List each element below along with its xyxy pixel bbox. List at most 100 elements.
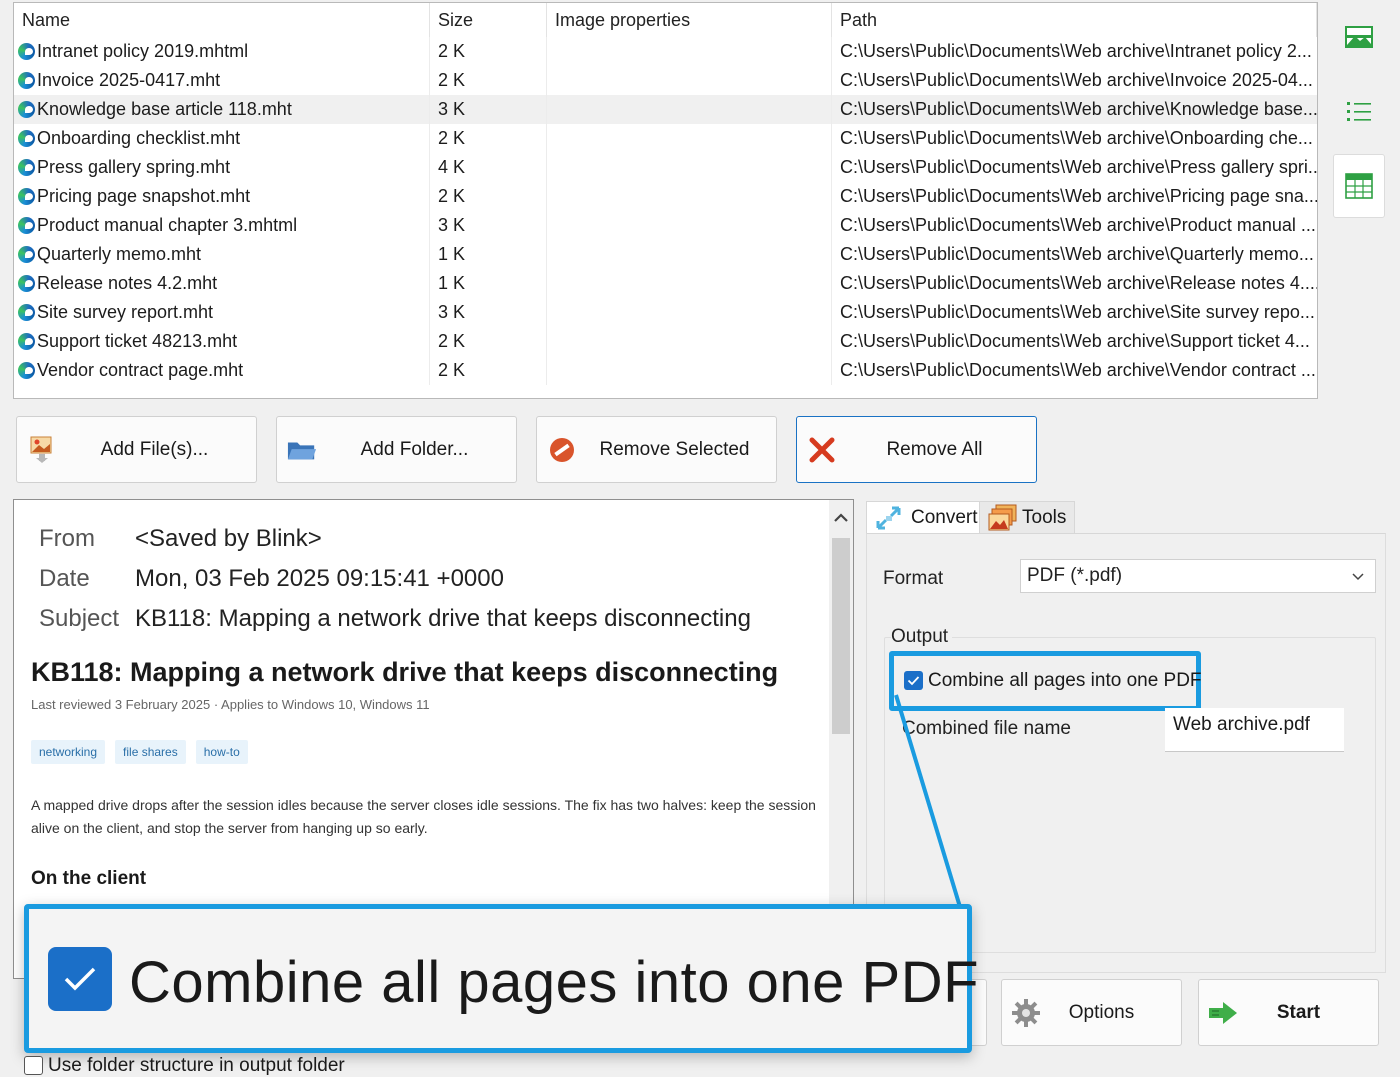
column-header-image-properties[interactable]: Image properties <box>547 3 832 37</box>
file-name: Release notes 4.2.mht <box>37 273 218 293</box>
edge-browser-icon <box>18 333 35 350</box>
file-name: Quarterly memo.mht <box>37 244 202 264</box>
options-button[interactable]: Options <box>1001 979 1182 1046</box>
file-name-cell: Release notes 4.2.mht <box>14 269 430 298</box>
format-select[interactable]: PDF (*.pdf) <box>1020 559 1376 593</box>
file-row[interactable]: Support ticket 48213.mht 2 K C:\Users\Publ… <box>14 327 1317 356</box>
file-path-cell: C:\Users\Public\Documents\Web archive\Kn… <box>840 99 1317 119</box>
file-row[interactable]: Pricing page snapshot.mht 2 K C:\Users\Pub… <box>14 182 1317 211</box>
file-row[interactable]: Site survey report.mht 3 K C:\Users\Public… <box>14 298 1317 327</box>
file-path-cell: C:\Users\Public\Documents\Web archive\Si… <box>840 302 1315 322</box>
start-arrow-icon <box>1207 997 1239 1029</box>
add-files-button[interactable]: Add File(s)... <box>16 416 257 483</box>
article-tags: networking file shares how-to <box>31 740 248 764</box>
file-name: Pricing page snapshot.mht <box>37 186 251 206</box>
file-size-cell: 3 K <box>430 211 547 240</box>
edge-browser-icon <box>18 159 35 176</box>
file-path-cell: C:\Users\Public\Documents\Web archive\Pr… <box>840 157 1317 177</box>
edge-browser-icon <box>18 304 35 321</box>
file-name-cell: Knowledge base article 118.mht <box>14 95 430 124</box>
subject-label: Subject <box>39 605 120 632</box>
add-folder-button[interactable]: Add Folder... <box>276 416 517 483</box>
file-path-cell: C:\Users\Public\Documents\Web archive\Ve… <box>840 360 1316 380</box>
tag[interactable]: how-to <box>195 740 248 764</box>
table-view-button[interactable] <box>1333 154 1385 218</box>
tag[interactable]: networking <box>31 740 106 764</box>
folder-structure-label[interactable]: Use folder structure in output folder <box>48 1055 345 1077</box>
list-view-icon <box>1347 102 1371 121</box>
file-path-cell: C:\Users\Public\Documents\Web archive\Pr… <box>840 186 1317 206</box>
list-view-button[interactable] <box>1333 79 1385 143</box>
file-name-cell: Press gallery spring.mht <box>14 153 430 182</box>
file-name-cell: Support ticket 48213.mht <box>14 327 430 356</box>
remove-all-button[interactable]: Remove All <box>796 416 1037 483</box>
file-path-cell: C:\Users\Public\Documents\Web archive\In… <box>840 41 1312 61</box>
file-row[interactable]: Quarterly memo.mht 1 K C:\Users\Public\Doc… <box>14 240 1317 269</box>
file-image-properties-cell <box>547 269 832 298</box>
edge-browser-icon <box>18 246 35 263</box>
file-image-properties-cell <box>547 95 832 124</box>
column-header-size[interactable]: Size <box>430 3 547 37</box>
scroll-up-arrow-icon[interactable] <box>833 510 849 526</box>
combine-checkbox-label[interactable]: Combine all pages into one PDF <box>928 670 1202 692</box>
column-header-name[interactable]: Name <box>14 3 430 37</box>
combined-file-name-input[interactable]: Web archive.pdf <box>1165 708 1344 752</box>
header-date: Date Mon, 03 Feb 2025 09:15:41 +0000 <box>39 565 504 593</box>
file-row[interactable]: Knowledge base article 118.mht 3 K C:\User… <box>14 95 1317 124</box>
edge-browser-icon <box>18 188 35 205</box>
file-image-properties-cell <box>547 298 832 327</box>
file-name: Knowledge base article 118.mht <box>37 99 292 119</box>
remove-selected-button[interactable]: Remove Selected <box>536 416 777 483</box>
file-row[interactable]: Intranet policy 2019.mhtml 2 K C:\Users\Pu… <box>14 37 1317 66</box>
file-size-cell: 3 K <box>430 298 547 327</box>
file-image-properties-cell <box>547 37 832 66</box>
date-label: Date <box>39 565 90 592</box>
file-row[interactable]: Press gallery spring.mht 4 K C:\Users\Publ… <box>14 153 1317 182</box>
file-row[interactable]: Product manual chapter 3.mhtml 3 K C:\User… <box>14 211 1317 240</box>
start-button[interactable]: Start <box>1198 979 1379 1046</box>
file-name: Onboarding checklist.mht <box>37 128 241 148</box>
file-row[interactable]: Invoice 2025-0417.mht 2 K C:\Users\Public\… <box>14 66 1317 95</box>
column-header-path[interactable]: Path <box>832 3 1317 37</box>
file-name: Intranet policy 2019.mhtml <box>37 41 249 61</box>
edge-browser-icon <box>18 43 35 60</box>
folder-structure-checkbox[interactable] <box>24 1056 43 1075</box>
file-row[interactable]: Onboarding checklist.mht 2 K C:\Users\Publ… <box>14 124 1317 153</box>
file-name-cell: Site survey report.mht <box>14 298 430 327</box>
file-path-cell: C:\Users\Public\Documents\Web archive\Re… <box>840 273 1317 293</box>
file-image-properties-cell <box>547 124 832 153</box>
zoom-combine-label: Combine all pages into one PDF <box>129 950 980 1015</box>
tab-tools-label: Tools <box>1022 506 1067 528</box>
file-row[interactable]: Release notes 4.2.mht 1 K C:\Users\Public\… <box>14 269 1317 298</box>
tag[interactable]: file shares <box>115 740 186 764</box>
file-name-cell: Onboarding checklist.mht <box>14 124 430 153</box>
file-name: Site survey report.mht <box>37 302 214 322</box>
file-image-properties-cell <box>547 66 832 95</box>
file-name: Press gallery spring.mht <box>37 157 231 177</box>
file-name: Support ticket 48213.mht <box>37 331 238 351</box>
file-size-cell: 3 K <box>430 95 547 124</box>
gear-icon <box>1010 997 1042 1029</box>
tab-tools[interactable]: Tools <box>979 501 1076 534</box>
file-name-cell: Invoice 2025-0417.mht <box>14 66 430 95</box>
file-list[interactable]: Name Size Image properties Path Intranet… <box>13 2 1318 399</box>
edge-browser-icon <box>18 72 35 89</box>
file-size-cell: 1 K <box>430 240 547 269</box>
file-path-cell: C:\Users\Public\Documents\Web archive\In… <box>840 70 1313 90</box>
file-image-properties-cell <box>547 182 832 211</box>
file-size-cell: 4 K <box>430 153 547 182</box>
thumbnail-view-button[interactable] <box>1333 5 1385 69</box>
scrollbar-thumb[interactable] <box>832 538 850 734</box>
tab-convert[interactable]: Convert <box>866 501 987 534</box>
thumbnail-view-icon <box>1345 26 1373 48</box>
file-path-cell: C:\Users\Public\Documents\Web archive\Su… <box>840 331 1310 351</box>
file-path-cell: C:\Users\Public\Documents\Web archive\Qu… <box>840 244 1314 264</box>
file-name-cell: Product manual chapter 3.mhtml <box>14 211 430 240</box>
file-size-cell: 2 K <box>430 37 547 66</box>
output-group-label: Output <box>891 626 953 648</box>
combine-checkbox[interactable] <box>904 671 923 690</box>
convert-arrow-icon <box>876 506 901 530</box>
file-name: Vendor contract page.mht <box>37 360 244 380</box>
file-row[interactable]: Vendor contract page.mht 2 K C:\Users\Publ… <box>14 356 1317 385</box>
file-image-properties-cell <box>547 240 832 269</box>
